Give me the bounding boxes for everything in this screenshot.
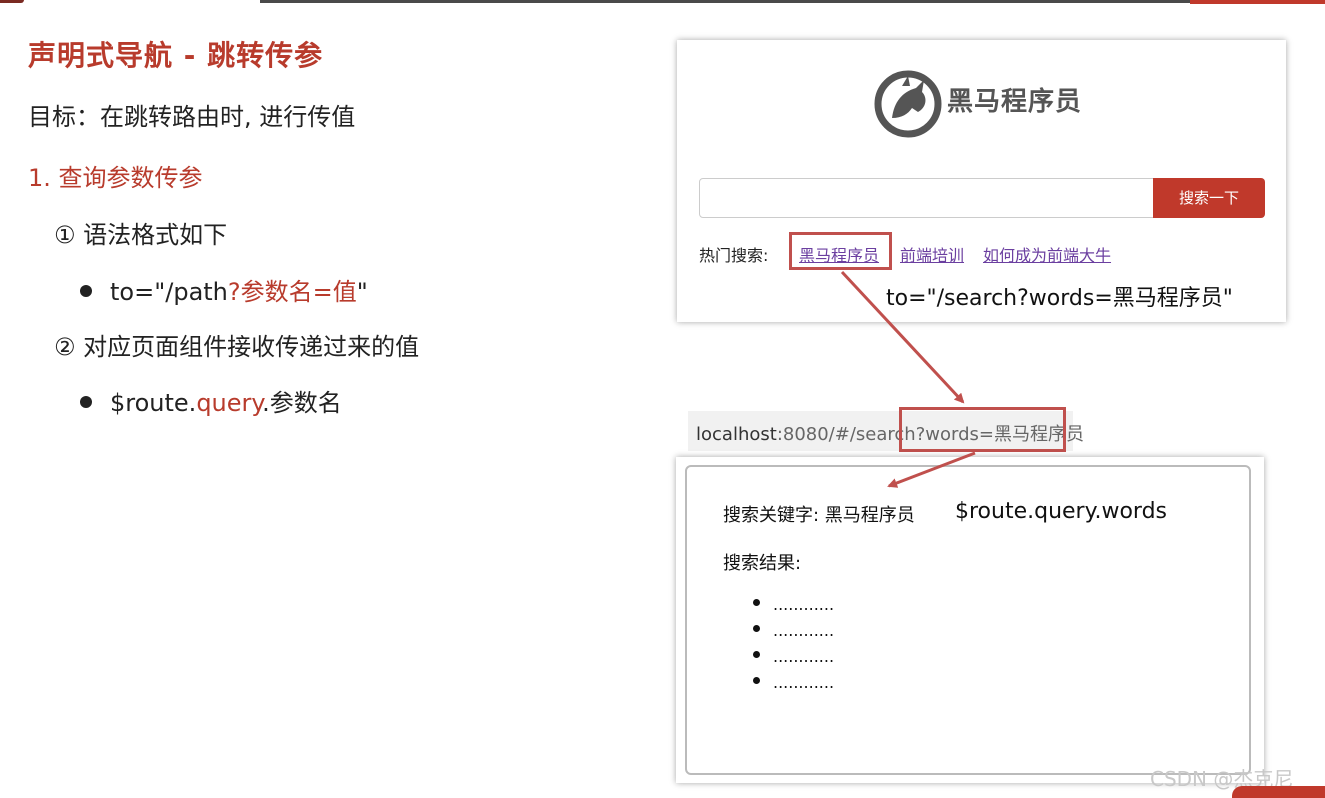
result-item-text: ............ [773,621,835,640]
top-bar-line [260,0,1190,3]
receive-heading: ② 对应页面组件接收传递过来的值 [54,333,420,361]
section-heading: 1. 查询参数传参 [28,164,203,192]
horse-logo-icon [874,70,942,138]
syntax-prefix: to="/path [110,278,228,306]
result-item-text: ............ [773,595,835,614]
slide-title: 声明式导航 - 跳转传参 [28,39,324,72]
result-dot [753,651,760,658]
to-annotation: to="/search?words=黑马程序员" [886,286,1233,311]
result-item: ............ [753,647,834,666]
result-page-frame: 搜索关键字: 黑马程序员 $route.query.words 搜索结果: ..… [685,465,1251,775]
keyword-label: 搜索关键字: 黑马程序员 [723,505,915,526]
hot-link-become-expert[interactable]: 如何成为前端大牛 [983,242,1111,266]
highlight-box-query [899,407,1066,452]
receive-prefix: $route. [110,389,197,417]
logo-text: 黑马程序员 [947,87,1083,117]
top-bar [0,0,1325,4]
url-host: localhost [696,424,777,445]
receive-bullet: $route.query.参数名 [80,383,342,418]
receive-query: query [196,389,263,417]
url-path: :8080/#/search [776,424,916,445]
search-input[interactable] [699,178,1156,218]
syntax-param: ?参数名=值 [227,278,357,306]
result-item: ............ [753,673,834,692]
syntax-heading: ① 语法格式如下 [54,221,228,249]
logo: 黑马程序员 [872,68,1132,138]
top-bar-corner [0,0,24,3]
keyword-expression: $route.query.words [955,499,1168,524]
search-button[interactable]: 搜索一下 [1153,178,1265,218]
syntax-bullet: to="/path?参数名=值" [80,272,368,307]
bullet-dot [80,396,92,408]
hot-link-frontend-training[interactable]: 前端培训 [900,242,964,266]
top-bar-accent [1190,0,1325,4]
bullet-dot [80,285,92,297]
result-item: ............ [753,621,834,640]
results-label: 搜索结果: [723,553,802,574]
result-dot [753,599,760,606]
result-item-text: ............ [773,647,835,666]
goal-text: 目标：在跳转路由时, 进行传值 [28,103,356,131]
result-item-text: ............ [773,673,835,692]
highlight-box-link [789,232,892,270]
corner-accent [1232,786,1325,798]
result-dot [753,625,760,632]
result-dot [753,677,760,684]
hot-search-label: 热门搜索: [699,246,769,265]
search-page-panel: 黑马程序员 搜索一下 热门搜索: 黑马程序员 前端培训 如何成为前端大牛 to=… [677,40,1286,322]
result-page-panel: 搜索关键字: 黑马程序员 $route.query.words 搜索结果: ..… [676,457,1264,783]
result-item: ............ [753,595,834,614]
syntax-suffix: " [356,278,368,306]
receive-suffix: .参数名 [262,389,342,417]
